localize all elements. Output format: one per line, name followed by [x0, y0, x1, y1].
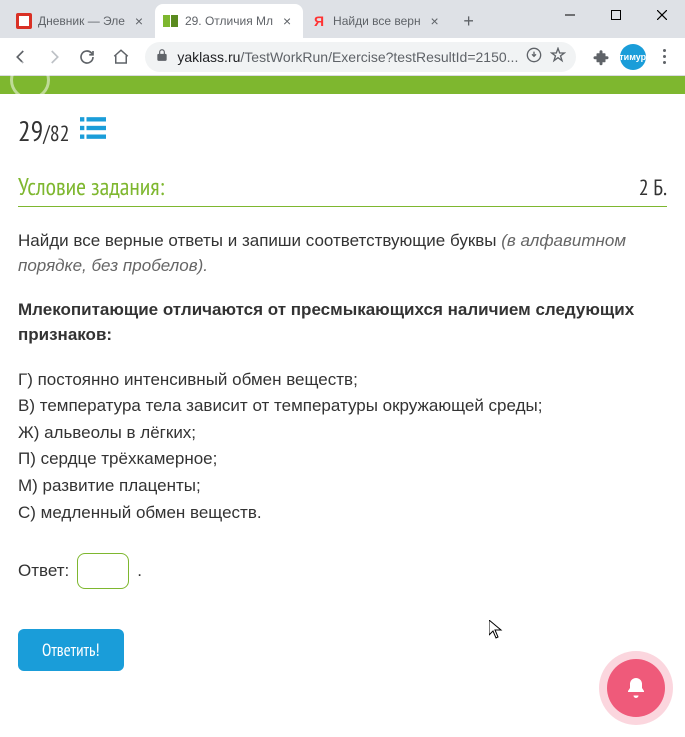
tab-1[interactable]: 29. Отличия Мл ×: [155, 4, 303, 38]
close-icon[interactable]: ×: [279, 13, 295, 29]
task-question: Млекопитающие отличаются от пресмыкающих…: [18, 298, 667, 347]
extensions-button[interactable]: [586, 41, 615, 73]
option: Г) постоянно интенсивный обмен веществ;: [18, 368, 667, 393]
star-icon[interactable]: [550, 47, 566, 66]
answer-label: Ответ:: [18, 559, 69, 584]
answer-suffix: .: [137, 559, 142, 584]
answer-row: Ответ: .: [18, 553, 667, 589]
tab-title: Дневник — Эле: [38, 14, 125, 28]
task-instruction: Найди все верные ответы и запиши соответ…: [18, 229, 667, 278]
tab-title: Найди все верн: [333, 14, 421, 28]
window-titlebar: Дневник — Эле × 29. Отличия Мл × Я Найди…: [0, 0, 685, 38]
task-points: 2 Б.: [639, 174, 667, 202]
reload-button[interactable]: [73, 41, 102, 73]
task-progress: 29/82: [18, 112, 667, 149]
lock-icon: [155, 48, 169, 65]
maximize-button[interactable]: [593, 0, 639, 30]
docs-favicon: [16, 13, 32, 29]
close-button[interactable]: [639, 0, 685, 30]
option: В) температура тела зависит от температу…: [18, 394, 667, 419]
submit-button[interactable]: Ответить!: [18, 629, 124, 671]
close-icon[interactable]: ×: [427, 13, 443, 29]
task-body: Найди все верные ответы и запиши соответ…: [18, 229, 667, 671]
tab-0[interactable]: Дневник — Эле ×: [8, 4, 155, 38]
install-icon[interactable]: [526, 47, 542, 66]
option: П) сердце трёхкамерное;: [18, 447, 667, 472]
menu-button[interactable]: [650, 41, 679, 73]
option: М) развитие плаценты;: [18, 474, 667, 499]
tab-title: 29. Отличия Мл: [185, 14, 273, 28]
new-tab-button[interactable]: +: [455, 7, 483, 35]
page-body: 29/82 Условие задания: 2 Б. Найди все ве…: [0, 94, 685, 737]
content-area: 29/82 Условие задания: 2 Б. Найди все ве…: [0, 76, 685, 737]
address-bar[interactable]: yaklass.ru/TestWorkRun/Exercise?testResu…: [145, 42, 576, 72]
tab-strip: Дневник — Эле × 29. Отличия Мл × Я Найди…: [0, 4, 547, 38]
tab-2[interactable]: Я Найди все верн ×: [303, 4, 451, 38]
url-text: yaklass.ru/TestWorkRun/Exercise?testResu…: [177, 49, 518, 65]
task-title: Условие задания:: [18, 171, 165, 202]
close-icon[interactable]: ×: [131, 13, 147, 29]
yaklass-favicon: [163, 13, 179, 29]
notification-bell[interactable]: [607, 659, 665, 717]
option: С) медленный обмен веществ.: [18, 501, 667, 526]
window-controls: [547, 0, 685, 30]
site-header-bar: [0, 76, 685, 94]
progress-number: 29/82: [18, 112, 70, 149]
browser-toolbar: yaklass.ru/TestWorkRun/Exercise?testResu…: [0, 38, 685, 76]
task-header: Условие задания: 2 Б.: [18, 171, 667, 207]
home-button[interactable]: [106, 41, 135, 73]
answer-input[interactable]: [77, 553, 129, 589]
profile-avatar[interactable]: тимур: [620, 44, 646, 70]
task-options: Г) постоянно интенсивный обмен веществ; …: [18, 368, 667, 526]
option: Ж) альвеолы в лёгких;: [18, 421, 667, 446]
minimize-button[interactable]: [547, 0, 593, 30]
yandex-favicon: Я: [311, 13, 327, 29]
task-list-icon[interactable]: [80, 117, 106, 144]
